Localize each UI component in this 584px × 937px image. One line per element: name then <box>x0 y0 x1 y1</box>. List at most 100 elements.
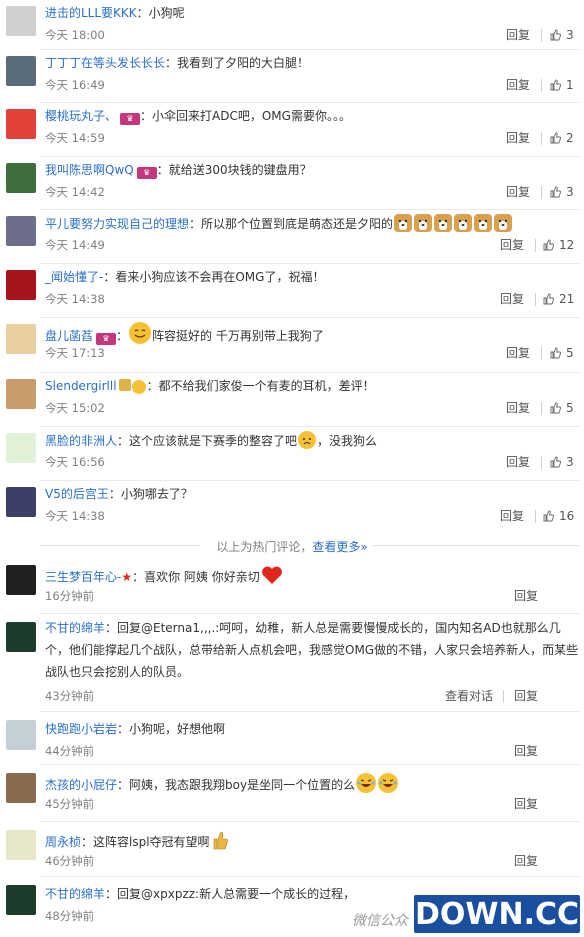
comment-body: ：阿姨，我态跟我翔boy是坐同一个位置的么 <box>117 778 356 792</box>
like-button[interactable]: 12 <box>543 238 574 252</box>
thumbs-up-icon <box>550 456 561 468</box>
avatar[interactable] <box>6 270 36 300</box>
comment-item: Slendergirlll ：都不给我们家俊一个有麦的耳机，差评！ 今天 15:02… <box>0 373 584 427</box>
avatar[interactable] <box>6 6 36 36</box>
like-button[interactable]: 3 <box>550 185 574 199</box>
reply-button[interactable]: 回复 <box>506 131 530 145</box>
reply-button[interactable]: 回复 <box>506 401 530 415</box>
dog-emoji-icon <box>394 214 413 232</box>
avatar[interactable] <box>6 830 36 860</box>
avatar[interactable] <box>6 163 36 193</box>
thumbs-up-icon <box>550 347 561 359</box>
comment-timestamp: 今天 14:42 <box>45 185 105 199</box>
comment-author-link[interactable]: 黑脸的非洲人 <box>45 434 117 448</box>
reply-button[interactable]: 回复 <box>514 854 538 868</box>
comment-item: 黑脸的非洲人：这个应该就是下赛季的整容了吧 ，没我狗么 今天 16:56 回复 3 <box>0 427 584 481</box>
dog-emoji-icon <box>434 214 453 232</box>
reply-button[interactable]: 回复 <box>506 78 530 92</box>
comment-body: ：小狗呢 <box>136 6 185 20</box>
comment-author-link[interactable]: 杰孩的小屁仔 <box>45 778 117 792</box>
like-button[interactable]: 16 <box>543 509 574 523</box>
like-button[interactable]: 21 <box>543 292 574 306</box>
reply-button[interactable]: 回复 <box>514 744 538 758</box>
like-count: 5 <box>566 401 574 415</box>
thumbs-up-icon <box>550 402 561 414</box>
reply-button[interactable]: 回复 <box>514 589 538 603</box>
like-count: 3 <box>566 455 574 469</box>
comment-text: 三生梦百年心-★：喜欢你 阿姨 你好亲切 <box>45 565 565 586</box>
comment-timestamp: 44分钟前 <box>45 744 95 758</box>
avatar[interactable] <box>6 324 36 354</box>
reply-button[interactable]: 回复 <box>506 455 530 469</box>
member-badge-icon: ♛ <box>136 167 157 179</box>
comment-timestamp: 今天 14:38 <box>45 292 105 306</box>
avatar[interactable] <box>6 433 36 463</box>
comment-timestamp: 46分钟前 <box>45 854 95 868</box>
like-button[interactable]: 5 <box>550 346 574 360</box>
comment-author-link[interactable]: 平儿要努力实现自己的理想 <box>45 217 189 231</box>
comment-author-link[interactable]: 丁丁丁在等头发长长长 <box>45 56 165 70</box>
like-count: 2 <box>566 131 574 145</box>
reply-button[interactable]: 回复 <box>506 28 530 42</box>
comment-author-link[interactable]: 快跑跑小岩岩 <box>45 722 117 736</box>
avatar[interactable] <box>6 773 36 803</box>
comment-timestamp: 今天 16:49 <box>45 78 105 92</box>
comment-author-link[interactable]: 不甘的绵羊 <box>45 621 105 635</box>
reply-button[interactable]: 回复 <box>506 185 530 199</box>
reply-button[interactable]: 回复 <box>500 238 524 252</box>
comment-text: 进击的LLL要KKK：小狗呢 <box>45 4 565 22</box>
avatar[interactable] <box>6 622 36 652</box>
comment-item: 杰孩的小屁仔：阿姨，我态跟我翔boy是坐同一个位置的么 45分钟前 回复 <box>0 765 584 822</box>
avatar[interactable] <box>6 109 36 139</box>
action-divider <box>541 456 542 469</box>
comment-author-link[interactable]: 周永桢 <box>45 835 81 849</box>
comment-item: 周永桢：这阵容lspl夺冠有望啊 46分钟前 回复 <box>0 822 584 877</box>
like-button[interactable]: 1 <box>550 78 574 92</box>
comment-timestamp: 今天 14:38 <box>45 509 105 523</box>
view-more-link[interactable]: 查看更多» <box>312 540 367 554</box>
action-divider <box>541 132 542 145</box>
avatar[interactable] <box>6 56 36 86</box>
thumbs-up-icon <box>543 293 554 305</box>
comment-author-link[interactable]: Slendergirlll <box>45 379 117 393</box>
like-button[interactable]: 2 <box>550 131 574 145</box>
comment-item: 进击的LLL要KKK：小狗呢今天 18:00 回复 3 <box>0 0 584 50</box>
comment-author-link[interactable]: 我叫陈思啊QwQ <box>45 163 134 177</box>
like-count: 21 <box>559 292 575 306</box>
comment-author-link[interactable]: _闻始懂了- <box>45 270 103 284</box>
avatar[interactable] <box>6 216 36 246</box>
comment-author-link[interactable]: 三生梦百年心- <box>45 570 121 584</box>
comment-body: ：都不给我们家俊一个有麦的耳机，差评！ <box>146 379 375 393</box>
reply-button[interactable]: 回复 <box>500 509 524 523</box>
comment-author-link[interactable]: 进击的LLL要KKK <box>45 6 137 20</box>
comment-timestamp: 今天 14:49 <box>45 238 105 252</box>
watermark-cn-text: 微信公众 <box>352 913 410 929</box>
comment-timestamp: 今天 14:59 <box>45 131 105 145</box>
avatar[interactable] <box>6 885 36 915</box>
avatar[interactable] <box>6 487 36 517</box>
reply-button[interactable]: 回复 <box>514 797 538 811</box>
comment-item: 我叫陈思啊QwQ ♛ ：就给送300块钱的键盘用？ 今天 14:42 回复 3 <box>0 157 584 210</box>
comment-timestamp: 今天 18:00 <box>45 28 105 42</box>
comment-author-link[interactable]: 樱桃玩丸子、 <box>45 109 117 123</box>
view-dialog-button[interactable]: 查看对话 <box>445 689 493 703</box>
comment-author-link[interactable]: 盘儿菡萏 <box>45 329 93 343</box>
comment-text: 丁丁丁在等头发长长长：我看到了夕阳的大白腿！ <box>45 54 565 72</box>
reply-button[interactable]: 回复 <box>514 689 538 703</box>
comment-text: 快跑跑小岩岩：小狗呢，好想他啊 <box>45 720 565 738</box>
comment-text: 不甘的绵羊：回复@Eterna1,,,.:呵呵，幼稚，新人总是需要慢慢成长的，国… <box>45 617 580 683</box>
like-button[interactable]: 3 <box>550 28 574 42</box>
dog-emoji-icon <box>474 214 493 232</box>
comment-author-link[interactable]: V5的后宫王 <box>45 487 109 501</box>
comment-body: ：这个应该就是下赛季的整容了吧 <box>117 434 298 448</box>
like-count: 1 <box>566 78 574 92</box>
like-button[interactable]: 5 <box>550 401 574 415</box>
reply-button[interactable]: 回复 <box>500 292 524 306</box>
divider-line-left <box>40 545 200 546</box>
comment-author-link[interactable]: 不甘的绵羊 <box>45 887 105 901</box>
like-button[interactable]: 3 <box>550 455 574 469</box>
avatar[interactable] <box>6 720 36 750</box>
avatar[interactable] <box>6 565 36 595</box>
avatar[interactable] <box>6 379 36 409</box>
reply-button[interactable]: 回复 <box>506 346 530 360</box>
